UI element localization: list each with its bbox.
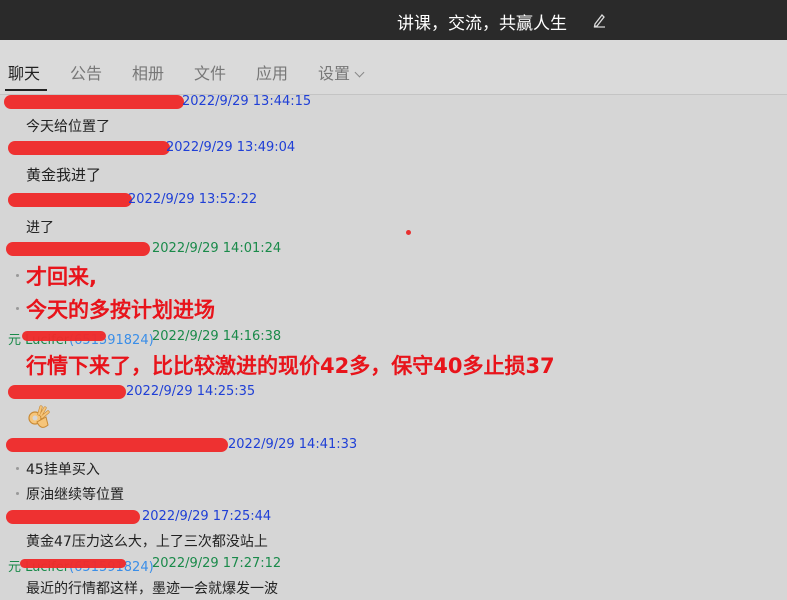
tab-apps[interactable]: 应用: [256, 60, 288, 84]
list-bullet: [16, 492, 19, 495]
list-bullet: [16, 467, 19, 470]
redaction-mark: [22, 331, 106, 341]
message-time: 2022/9/29 17:25:44: [142, 509, 272, 524]
tab-album[interactable]: 相册: [132, 60, 164, 84]
group-name: 讲课，交流，共赢人生: [397, 14, 567, 34]
message-time: 2022/9/29 14:25:35: [126, 384, 256, 399]
tab-announcement[interactable]: 公告: [70, 60, 102, 84]
list-bullet: [16, 307, 19, 310]
redaction-mark: [6, 438, 228, 452]
redaction-mark: [8, 141, 170, 155]
message-time: 2022/9/29 17:27:12: [152, 556, 282, 571]
red-dot-mark: [406, 230, 411, 235]
tab-chat[interactable]: 聊天: [8, 60, 40, 84]
message-text: 今天给位置了: [26, 119, 110, 135]
message-text: 进了: [26, 220, 54, 236]
chevron-down-icon: [354, 67, 365, 78]
edit-icon[interactable]: [592, 10, 606, 28]
active-tab-indicator: [5, 89, 47, 91]
redaction-mark: [6, 242, 150, 256]
list-bullet: [16, 274, 19, 277]
tab-files[interactable]: 文件: [194, 60, 226, 84]
redaction-mark: [6, 510, 140, 524]
message-text: 45挂单买入: [26, 462, 100, 478]
tab-settings[interactable]: 设置: [318, 60, 365, 84]
message-text: 最近的行情都这样，墨迹一会就爆发一波: [26, 581, 278, 597]
redaction-mark: [20, 559, 126, 568]
message-text: 今天的多按计划进场: [26, 298, 215, 322]
message-time: 2022/9/29 13:52:22: [128, 192, 258, 207]
message-time: 2022/9/29 14:41:33: [228, 437, 358, 452]
redaction-mark: [8, 193, 132, 207]
message-text: 行情下来了，比比较激进的现价42多，保守40多止损37: [26, 354, 555, 378]
message-text: 黄金47压力这么大，上了三次都没站上: [26, 534, 268, 550]
message-time: 2022/9/29 14:01:24: [152, 241, 282, 256]
message-text: 黄金我进了: [26, 166, 102, 184]
message-time: 2022/9/29 14:16:38: [152, 329, 282, 344]
message-time: 2022/9/29 13:49:04: [166, 140, 296, 155]
title-bar: 讲课，交流，共赢人生: [0, 0, 787, 40]
message-text: 才回来,: [26, 265, 97, 289]
ok-hand-emoji: [28, 405, 50, 428]
message-text: 原油继续等位置: [26, 487, 124, 503]
tab-settings-label: 设置: [318, 64, 351, 83]
redaction-mark: [8, 385, 126, 399]
message-time: 2022/9/29 13:44:15: [182, 94, 312, 109]
tab-bar: 聊天 公告 相册 文件 应用 设置: [0, 40, 787, 95]
redaction-mark: [4, 95, 184, 109]
